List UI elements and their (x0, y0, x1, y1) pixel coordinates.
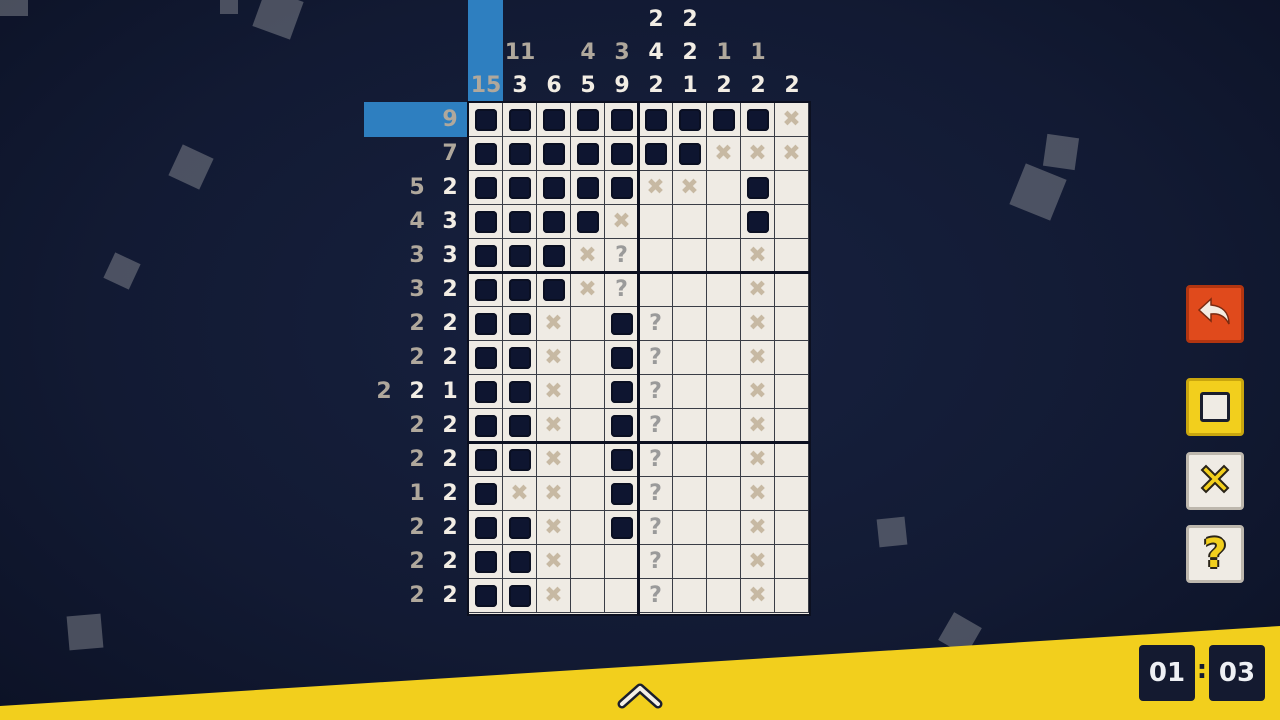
expand-menu-button[interactable] (616, 676, 664, 712)
timer-separator: : (1196, 655, 1208, 685)
chevron-up-icon (617, 683, 663, 709)
timer-seconds: 03 (1209, 645, 1265, 701)
bottom-bar (0, 626, 1280, 720)
timer-minutes: 01 (1139, 645, 1195, 701)
game-screen: 15 11 3 6 4 5 3 9 2 4 2 2 2 1 1 2 1 2 2 975243333222222212… (0, 0, 1280, 720)
